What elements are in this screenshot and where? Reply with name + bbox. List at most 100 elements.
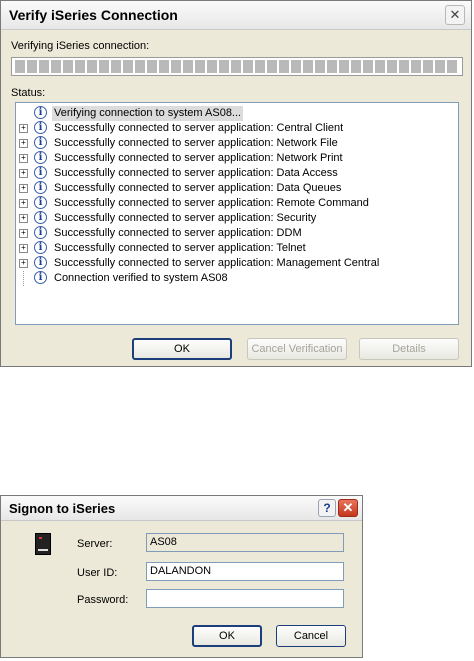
user-id-input[interactable]: DALANDON <box>146 562 344 581</box>
info-icon: i <box>34 181 47 194</box>
expand-plus-icon[interactable]: + <box>19 139 28 148</box>
progress-segment <box>279 60 289 73</box>
progress-segment <box>243 60 253 73</box>
progress-segment <box>147 60 157 73</box>
tree-row[interactable]: + i Successfully connected to server appli… <box>16 196 458 211</box>
progress-segment <box>411 60 421 73</box>
progress-segment <box>231 60 241 73</box>
progress-segment <box>183 60 193 73</box>
close-icon[interactable]: ✕ <box>445 5 465 25</box>
tree-row[interactable]: + i Successfully connected to server appli… <box>16 226 458 241</box>
tree-row-label: Successfully connected to server applica… <box>54 152 343 164</box>
progress-bar <box>11 57 463 76</box>
status-tree[interactable]: i Verifying connection to system AS08... +… <box>15 102 459 325</box>
ok-button[interactable]: OK <box>192 625 262 647</box>
tree-row[interactable]: + i Successfully connected to server appli… <box>16 241 458 256</box>
expand-plus-icon[interactable]: + <box>19 244 28 253</box>
user-id-label: User ID: <box>77 567 118 579</box>
tree-row-label: Successfully connected to server applica… <box>54 257 380 269</box>
progress-segment <box>387 60 397 73</box>
progress-segment <box>399 60 409 73</box>
progress-segment <box>375 60 385 73</box>
info-icon: i <box>34 226 47 239</box>
ok-button[interactable]: OK <box>132 338 232 360</box>
tree-row[interactable]: + i Successfully connected to server appli… <box>16 181 458 196</box>
progress-segment <box>111 60 121 73</box>
info-icon: i <box>34 211 47 224</box>
tree-row[interactable]: + i Successfully connected to server appli… <box>16 211 458 226</box>
progress-segment <box>435 60 445 73</box>
expand-plus-icon[interactable]: + <box>19 124 28 133</box>
info-icon: i <box>34 241 47 254</box>
progress-segment <box>171 60 181 73</box>
tree-row[interactable]: + i Successfully connected to server appli… <box>16 136 458 151</box>
tree-row[interactable]: + i Successfully connected to server appli… <box>16 256 458 271</box>
password-input[interactable] <box>146 589 344 608</box>
tree-row-label: Connection verified to system AS08 <box>54 272 228 284</box>
progress-segment <box>255 60 265 73</box>
verify-connection-dialog: Verify iSeries Connection ✕ Verifying iS… <box>0 0 472 367</box>
progress-label: Verifying iSeries connection: <box>11 40 150 52</box>
progress-segment <box>99 60 109 73</box>
tree-row-label: Successfully connected to server applica… <box>54 167 338 179</box>
tree-row[interactable]: + i Successfully connected to server appli… <box>16 151 458 166</box>
progress-segment <box>15 60 25 73</box>
server-field: AS08 <box>146 533 344 552</box>
progress-segment <box>315 60 325 73</box>
progress-segment <box>135 60 145 73</box>
info-icon: i <box>34 106 47 119</box>
cancel-verification-button[interactable]: Cancel Verification <box>247 338 347 360</box>
close-icon[interactable]: ✕ <box>338 499 358 517</box>
info-icon: i <box>34 196 47 209</box>
iseries-server-icon <box>35 533 51 555</box>
details-button[interactable]: Details <box>359 338 459 360</box>
progress-segment <box>39 60 49 73</box>
progress-segment <box>87 60 97 73</box>
tree-row-label: Successfully connected to server applica… <box>54 227 302 239</box>
progress-segment <box>291 60 301 73</box>
progress-segment <box>447 60 457 73</box>
cancel-button[interactable]: Cancel <box>276 625 346 647</box>
server-label: Server: <box>77 538 113 550</box>
title-bar[interactable]: Signon to iSeries ? ✕ <box>1 496 362 521</box>
info-icon: i <box>34 256 47 269</box>
expand-plus-icon[interactable]: + <box>19 199 28 208</box>
info-icon: i <box>34 166 47 179</box>
info-icon: i <box>34 151 47 164</box>
tree-row[interactable]: + i Successfully connected to server appli… <box>16 166 458 181</box>
tree-row-label: Successfully connected to server applica… <box>54 242 306 254</box>
tree-row[interactable]: i Verifying connection to system AS08... <box>16 106 458 121</box>
signon-dialog: Signon to iSeries ? ✕ Server: AS08 User … <box>0 495 363 658</box>
tree-row[interactable]: i Connection verified to system AS08 <box>16 271 458 286</box>
progress-segment <box>327 60 337 73</box>
progress-segment <box>27 60 37 73</box>
progress-segment <box>159 60 169 73</box>
expand-plus-icon[interactable]: + <box>19 154 28 163</box>
info-icon: i <box>34 136 47 149</box>
progress-segment <box>363 60 373 73</box>
expand-plus-icon[interactable]: + <box>19 259 28 268</box>
tree-row-label: Successfully connected to server applica… <box>54 122 344 134</box>
expand-plus-icon[interactable]: + <box>19 184 28 193</box>
info-icon: i <box>34 121 47 134</box>
progress-segment <box>423 60 433 73</box>
dialog-title: Signon to iSeries <box>9 501 116 516</box>
progress-segment <box>207 60 217 73</box>
dialog-title: Verify iSeries Connection <box>9 7 178 23</box>
progress-segment <box>195 60 205 73</box>
progress-segment <box>51 60 61 73</box>
progress-segment <box>219 60 229 73</box>
progress-segment <box>339 60 349 73</box>
title-bar[interactable]: Verify iSeries Connection ✕ <box>1 1 471 30</box>
expand-plus-icon[interactable]: + <box>19 229 28 238</box>
progress-segment <box>75 60 85 73</box>
progress-segment <box>123 60 133 73</box>
tree-row-label: Successfully connected to server applica… <box>54 197 369 209</box>
status-label: Status: <box>11 87 46 99</box>
tree-row[interactable]: + i Successfully connected to server appli… <box>16 121 458 136</box>
progress-segment <box>303 60 313 73</box>
expand-plus-icon[interactable]: + <box>19 214 28 223</box>
tree-line <box>23 271 25 286</box>
help-icon[interactable]: ? <box>318 499 336 517</box>
expand-plus-icon[interactable]: + <box>19 169 28 178</box>
